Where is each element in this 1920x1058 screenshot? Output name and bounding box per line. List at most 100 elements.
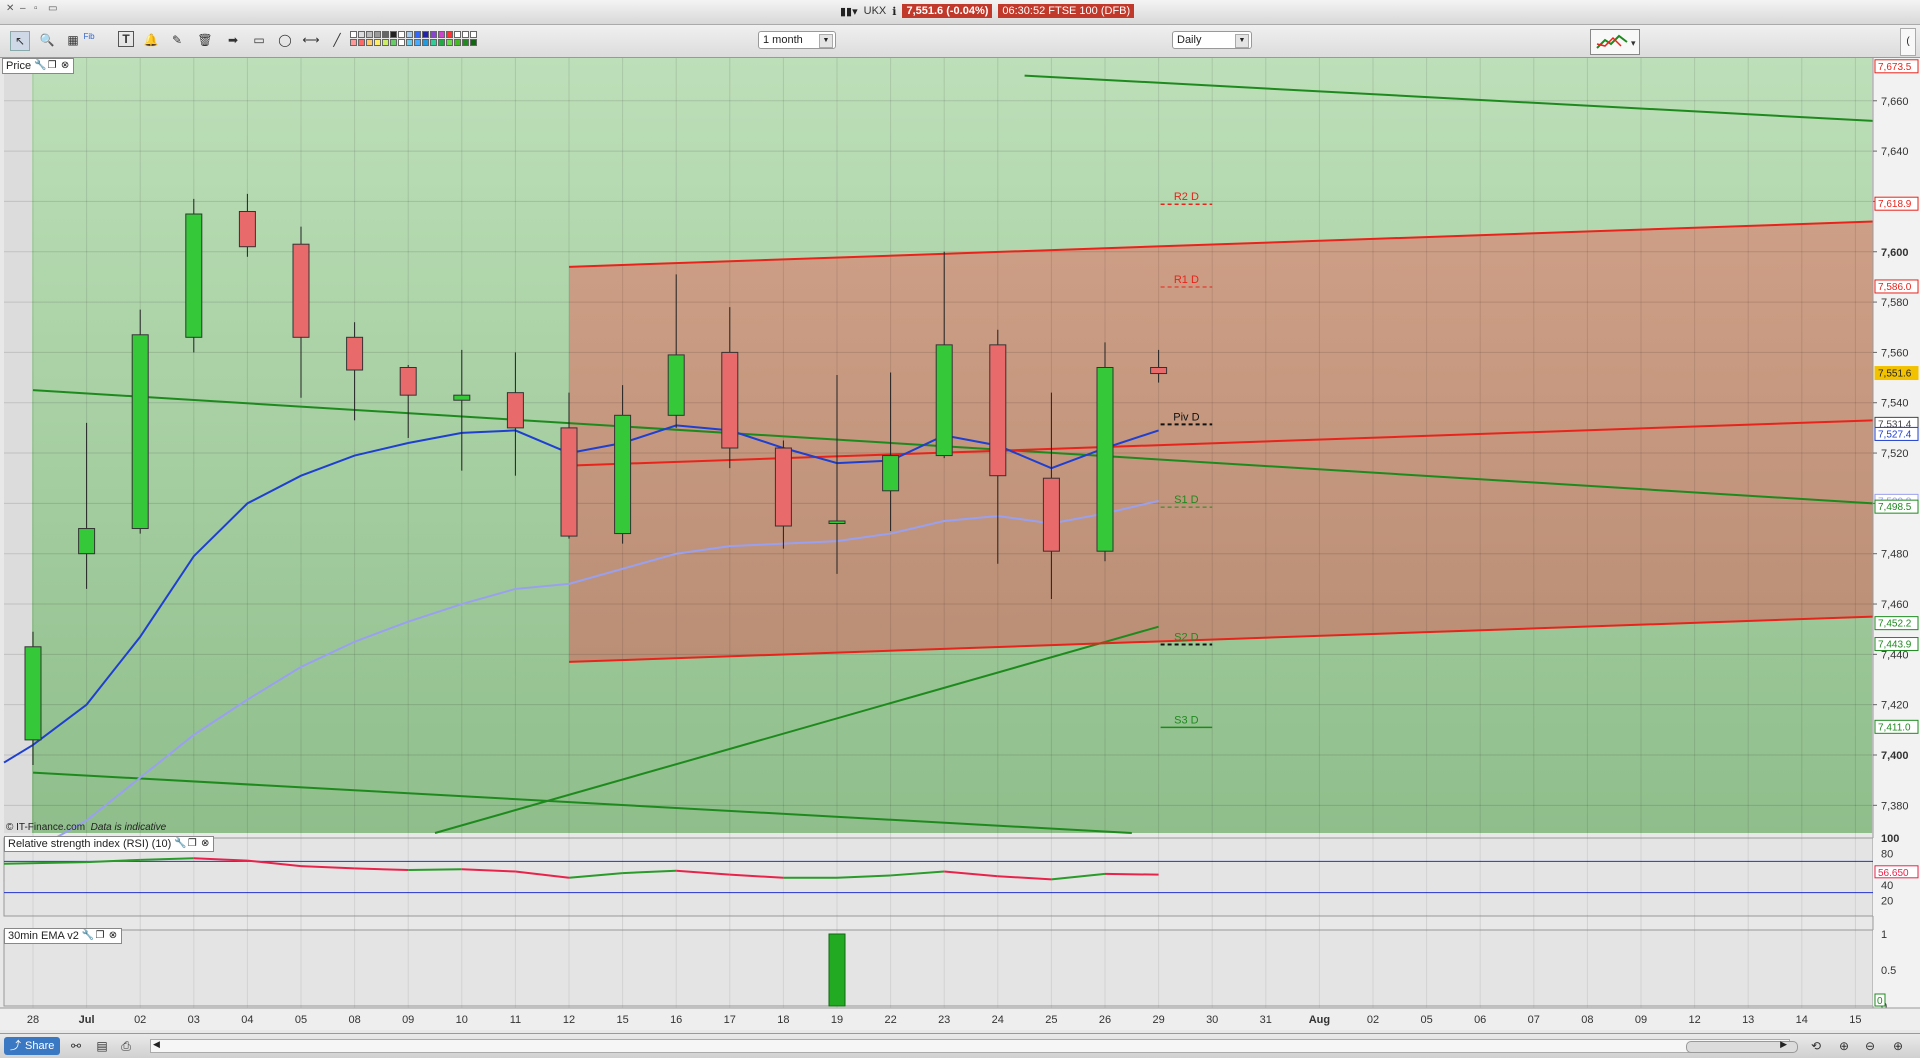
window-icon[interactable]: ❐ — [95, 931, 105, 941]
trendline-tool-icon[interactable]: ╱ — [328, 31, 346, 49]
close-icon[interactable]: ⊗ — [108, 931, 118, 941]
x-tick-label: 05 — [295, 1014, 307, 1026]
print-icon[interactable]: ⎙ — [118, 1038, 134, 1054]
ticker-strip: ▮▮▾ UKX ℹ 7,551.6 (-0.04%) 06:30:52 FTSE… — [840, 4, 1135, 18]
close-icon[interactable]: ⊗ — [60, 61, 70, 71]
price-badge: 7,551.6 (-0.04%) — [902, 4, 993, 18]
color-swatch[interactable] — [358, 31, 365, 38]
table-icon[interactable]: ▤ — [94, 1038, 110, 1054]
chart-type-icon[interactable]: ▮▮▾ — [840, 5, 858, 18]
color-swatch[interactable] — [422, 31, 429, 38]
restore-window-icon[interactable]: ▫ — [34, 4, 44, 14]
text-tool-icon[interactable]: T — [118, 31, 134, 47]
color-swatch[interactable] — [422, 39, 429, 46]
color-swatch[interactable] — [390, 39, 397, 46]
color-swatch[interactable] — [374, 39, 381, 46]
y-tick-label: 7,560 — [1881, 347, 1909, 359]
horizontal-scrollbar[interactable]: ◀ ▶ — [150, 1039, 1798, 1053]
info-icon[interactable]: ℹ — [892, 5, 896, 18]
wrench-icon[interactable]: 🔧 — [82, 931, 94, 941]
y-tick-label: 7,520 — [1881, 448, 1909, 460]
candle-body — [560, 427, 578, 537]
window-icon[interactable]: ❐ — [187, 839, 197, 849]
color-swatch[interactable] — [366, 31, 373, 38]
pointer-tool-icon[interactable]: ↖ — [10, 31, 30, 51]
color-swatch[interactable] — [414, 39, 421, 46]
rsi-tick-label: 40 — [1881, 880, 1893, 892]
scroll-right-icon[interactable]: ▶ — [1780, 1039, 1787, 1050]
reset-zoom-icon[interactable]: ⟲ — [1808, 1038, 1824, 1054]
rsi-panel-label[interactable]: Relative strength index (RSI) (10) 🔧 ❐ ⊗ — [4, 836, 215, 852]
color-swatch[interactable] — [358, 39, 365, 46]
trash-icon[interactable]: 🗑 — [196, 31, 214, 49]
horizontal-line-tool-icon[interactable]: ⟷ — [302, 31, 320, 49]
share-button[interactable]: ⤴ Share — [4, 1037, 61, 1055]
color-swatch[interactable] — [430, 31, 437, 38]
studies-button[interactable]: ▾ — [1590, 29, 1640, 55]
scroll-left-icon[interactable]: ◀ — [153, 1039, 160, 1050]
color-swatch[interactable] — [366, 39, 373, 46]
color-swatch[interactable] — [382, 39, 389, 46]
side-panel-toggle-icon[interactable]: ( — [1900, 28, 1916, 56]
zoom-tool-icon[interactable]: 🔍 — [38, 31, 56, 49]
price-badge-label: 7,443.9 — [1878, 640, 1912, 651]
zoom-fit-icon[interactable]: ⊕ — [1836, 1038, 1852, 1054]
price-panel-title: Price — [6, 60, 32, 72]
candle-body — [1096, 366, 1114, 552]
ellipse-tool-icon[interactable]: ◯ — [276, 31, 294, 49]
color-swatch[interactable] — [414, 31, 421, 38]
paint-tool-icon[interactable]: ✎ — [168, 31, 186, 49]
color-swatch[interactable] — [446, 31, 453, 38]
rectangle-tool-icon[interactable]: ▭ — [250, 31, 268, 49]
color-swatch[interactable] — [390, 31, 397, 38]
color-swatch[interactable] — [462, 39, 469, 46]
color-swatch[interactable] — [438, 39, 445, 46]
window-icon[interactable]: ❐ — [47, 61, 57, 71]
y-tick-label: 7,440 — [1881, 649, 1909, 661]
color-swatch[interactable] — [350, 39, 357, 46]
zoom-in-icon[interactable]: ⊕ — [1890, 1038, 1906, 1054]
color-swatch[interactable] — [438, 31, 445, 38]
period-select[interactable]: 1 month ▼ — [758, 31, 836, 49]
close-icon[interactable]: ⊗ — [200, 839, 210, 849]
rsi-panel[interactable]: 1008060402056.650 — [3, 833, 1920, 917]
x-tick-label: 29 — [1152, 1014, 1164, 1026]
color-swatch[interactable] — [398, 39, 405, 46]
ema-panel[interactable]: 10.500 — [3, 929, 1920, 1013]
layout-window-icon[interactable]: ▭ — [48, 4, 58, 14]
color-swatch[interactable] — [462, 31, 469, 38]
arrow-tool-icon[interactable]: ➡ — [224, 31, 242, 49]
candle-body — [828, 520, 846, 525]
ema-panel-label[interactable]: 30min EMA v2 🔧 ❐ ⊗ — [4, 928, 122, 944]
chart-area[interactable]: R2 D R1 D Piv D S1 D S2 D S3 D 7,380 7,400 7,420… — [0, 58, 1920, 1033]
zoom-out-icon[interactable]: ⊖ — [1862, 1038, 1878, 1054]
close-window-icon[interactable]: ✕ — [6, 4, 16, 14]
fib-tool-icon[interactable]: Fib — [80, 27, 98, 45]
color-swatch[interactable] — [382, 31, 389, 38]
color-swatches[interactable] — [350, 31, 477, 46]
x-tick-label: 07 — [1528, 1014, 1540, 1026]
color-swatch[interactable] — [398, 31, 405, 38]
price-badge-label: 7,452.2 — [1878, 619, 1912, 630]
x-tick-label: 17 — [724, 1014, 736, 1026]
color-swatch[interactable] — [470, 31, 477, 38]
wrench-icon[interactable]: 🔧 — [34, 61, 46, 71]
color-swatch[interactable] — [446, 39, 453, 46]
color-swatch[interactable] — [350, 31, 357, 38]
minimize-window-icon[interactable]: – — [20, 4, 30, 14]
price-panel-label[interactable]: Price 🔧 ❐ ⊗ — [2, 58, 75, 74]
alert-bell-icon[interactable]: 🔔 — [142, 31, 160, 49]
wrench-icon[interactable]: 🔧 — [174, 839, 186, 849]
chart-canvas[interactable]: R2 D R1 D Piv D S1 D S2 D S3 D 7,380 7,400 7,420… — [0, 58, 1920, 1033]
color-swatch[interactable] — [430, 39, 437, 46]
candle-body — [185, 213, 203, 338]
color-swatch[interactable] — [454, 39, 461, 46]
color-swatch[interactable] — [454, 31, 461, 38]
color-swatch[interactable] — [406, 39, 413, 46]
color-swatch[interactable] — [374, 31, 381, 38]
color-swatch[interactable] — [406, 31, 413, 38]
color-swatch[interactable] — [470, 39, 477, 46]
link-icon[interactable]: ⚯ — [68, 1038, 84, 1054]
interval-select[interactable]: Daily ▼ — [1172, 31, 1252, 49]
x-tick-label: 08 — [348, 1014, 360, 1026]
